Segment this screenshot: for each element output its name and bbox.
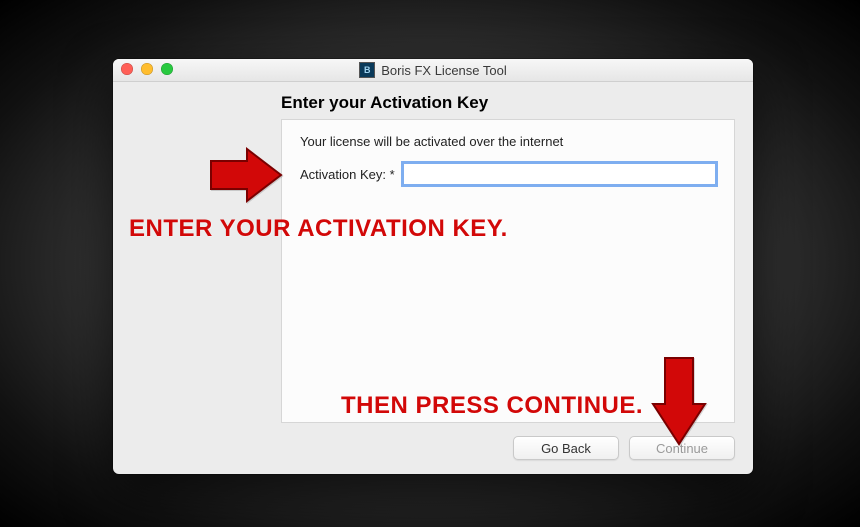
arrow-right-icon — [209, 147, 283, 203]
close-icon[interactable] — [121, 63, 133, 75]
app-icon: B — [359, 62, 375, 78]
window-title: Boris FX License Tool — [381, 63, 507, 78]
activation-key-row: Activation Key: * — [300, 163, 716, 185]
go-back-button[interactable]: Go Back — [513, 436, 619, 460]
traffic-lights — [121, 63, 173, 75]
arrow-down-icon — [651, 356, 707, 446]
page-heading: Enter your Activation Key — [281, 93, 488, 113]
zoom-icon[interactable] — [161, 63, 173, 75]
activation-key-input[interactable] — [403, 163, 716, 185]
annotation-enter-key: ENTER YOUR ACTIVATION KEY. — [129, 215, 508, 243]
minimize-icon[interactable] — [141, 63, 153, 75]
go-back-label: Go Back — [541, 441, 591, 456]
titlebar: B Boris FX License Tool — [113, 59, 753, 82]
window-title-wrap: B Boris FX License Tool — [359, 62, 507, 78]
annotation-press-continue: THEN PRESS CONTINUE. — [341, 392, 643, 420]
info-text: Your license will be activated over the … — [300, 134, 716, 149]
activation-key-label: Activation Key: * — [300, 167, 395, 182]
